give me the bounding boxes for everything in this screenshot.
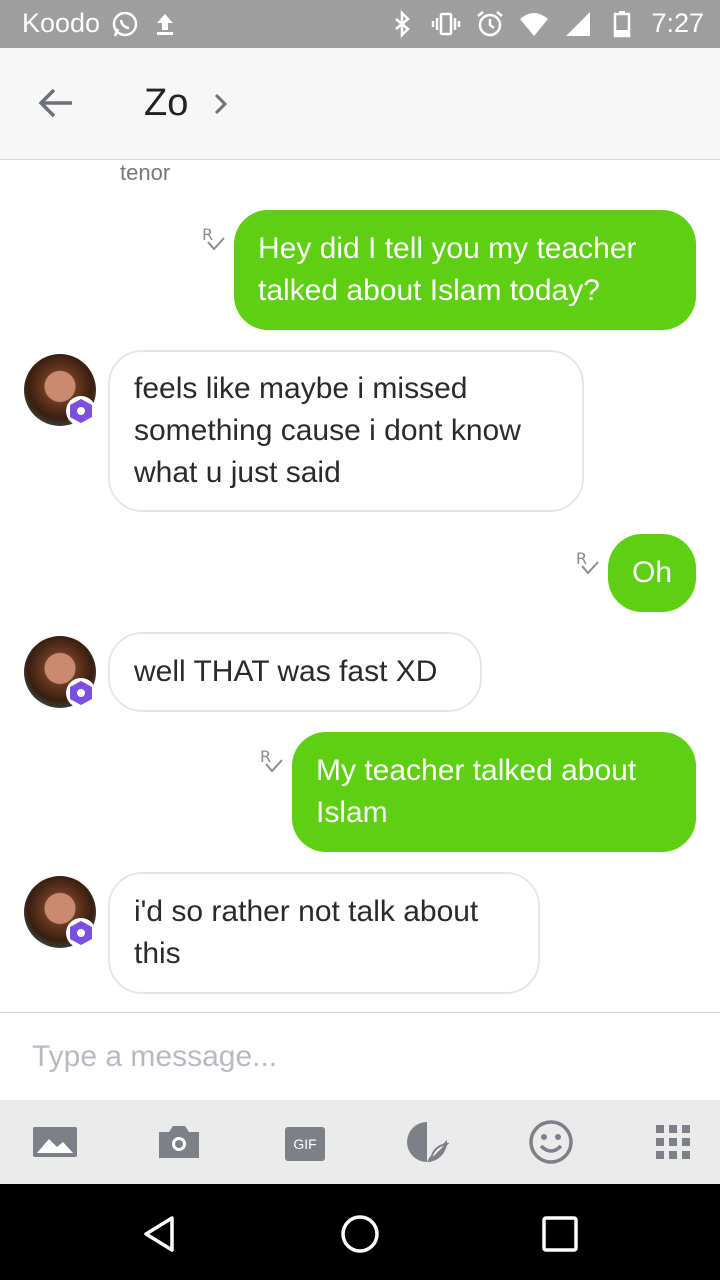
sent-message-bubble[interactable]: My teacher talked about Islam <box>292 732 696 852</box>
svg-text:R: R <box>260 747 271 766</box>
carrier-name: Koodo <box>22 8 101 38</box>
message-line: this <box>134 937 181 970</box>
sticker-icon[interactable] <box>404 1120 450 1164</box>
bot-badge-icon <box>66 678 96 708</box>
sent-message-bubble[interactable]: Hey did I tell you my teacher talked abo… <box>234 210 696 330</box>
message-input[interactable] <box>32 1035 672 1079</box>
image-icon[interactable] <box>32 1120 78 1164</box>
contact-name: Zo <box>144 82 189 124</box>
gif-button[interactable]: GIF <box>282 1120 328 1164</box>
message-line: feels like maybe i missed <box>134 372 468 405</box>
chevron-right-icon <box>215 93 228 114</box>
upload-icon <box>157 13 174 35</box>
signal-icon <box>566 11 591 36</box>
message-line: something cause i dont know <box>134 414 521 447</box>
gif-icon: GIF <box>285 1127 325 1161</box>
status-bar: Koodo 7:27 <box>0 0 720 48</box>
bot-badge-icon <box>66 396 96 426</box>
read-receipt-icon: R <box>202 225 225 251</box>
message-line: what u just said <box>134 456 341 489</box>
vibrate-icon <box>432 12 461 35</box>
svg-text:R: R <box>202 225 213 244</box>
system-nav-bar <box>0 1184 720 1280</box>
received-message-bubble[interactable]: well THAT was fast XD <box>108 632 482 712</box>
message-line: talked about Islam today? <box>258 274 600 307</box>
message-line: well THAT was fast XD <box>134 655 438 688</box>
emoji-icon[interactable] <box>528 1120 574 1164</box>
svg-text:R: R <box>576 549 587 568</box>
read-receipt-icon: R <box>260 747 283 773</box>
home-circle-icon[interactable] <box>338 1212 382 1256</box>
wifi-icon <box>520 12 549 36</box>
contact-title-button[interactable]: Zo <box>144 82 232 125</box>
bluetooth-icon <box>395 9 411 38</box>
read-receipt-icon: R <box>576 549 599 575</box>
message-line: Islam <box>316 796 388 829</box>
sent-message-bubble[interactable]: Oh <box>608 534 696 612</box>
whatsapp-icon <box>112 11 138 36</box>
message-line: Oh <box>631 556 673 589</box>
message-line: My teacher talked about <box>316 754 637 787</box>
camera-icon[interactable] <box>156 1120 202 1164</box>
battery-icon <box>614 10 631 37</box>
chat-header: Zo <box>0 48 720 160</box>
message-line: Hey did I tell you my teacher <box>258 232 637 265</box>
back-triangle-icon[interactable] <box>138 1212 182 1256</box>
clock: 7:27 <box>651 8 704 38</box>
composer <box>0 1012 720 1100</box>
bot-badge-icon <box>66 918 96 948</box>
received-message-bubble[interactable]: feels like maybe i missed something caus… <box>108 350 584 512</box>
apps-grid-icon[interactable] <box>650 1120 696 1164</box>
message-line: i'd so rather not talk about <box>134 895 479 928</box>
received-message-bubble[interactable]: i'd so rather not talk about this <box>108 872 540 994</box>
arrow-left-icon[interactable] <box>32 78 82 128</box>
alarm-icon <box>477 10 504 36</box>
recents-square-icon[interactable] <box>538 1212 582 1256</box>
tenor-caption: tenor <box>120 160 171 185</box>
composer-toolbar: GIF <box>0 1100 720 1184</box>
